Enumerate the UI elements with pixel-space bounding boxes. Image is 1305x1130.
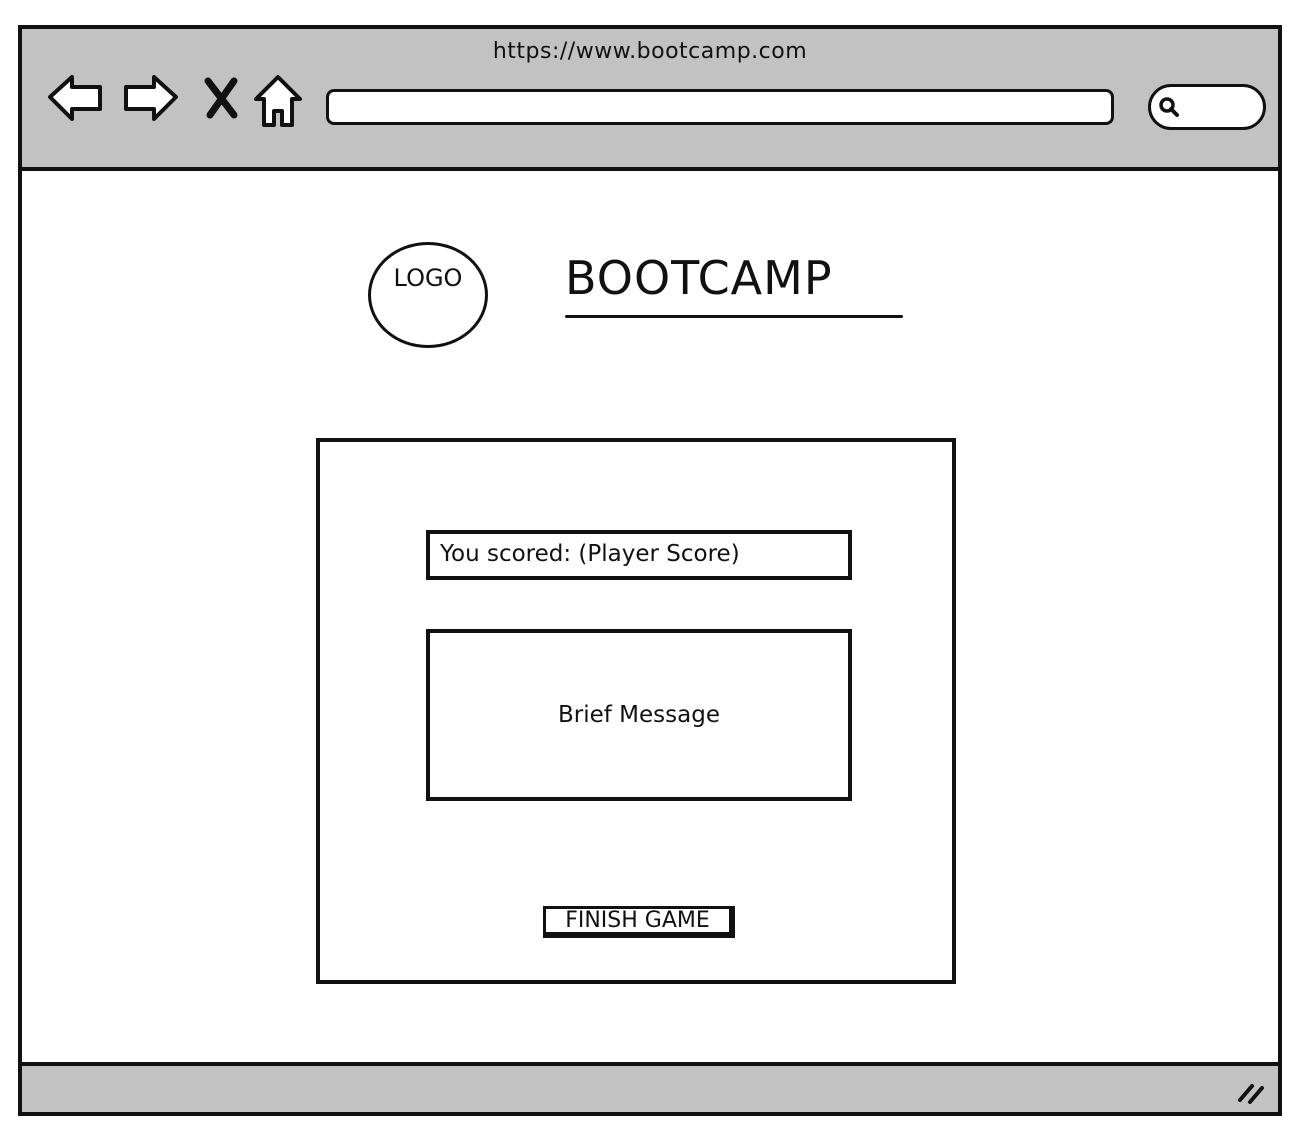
logo: LOGO <box>368 242 488 348</box>
address-bar[interactable] <box>326 89 1114 125</box>
score-display: You scored: (Player Score) <box>426 530 852 580</box>
message-text: Brief Message <box>558 702 720 728</box>
message-box: Brief Message <box>426 629 852 801</box>
finish-game-button[interactable]: FINISH GAME <box>543 906 735 938</box>
url-text: https://www.bootcamp.com <box>492 39 808 64</box>
search-field[interactable] <box>1148 84 1266 130</box>
browser-toolbar: https://www.bootcamp.com <box>22 29 1278 171</box>
status-bar <box>22 1062 1278 1112</box>
resize-grip-icon[interactable] <box>1236 1078 1268 1106</box>
results-card: You scored: (Player Score) Brief Message… <box>316 438 956 984</box>
home-icon[interactable] <box>248 71 308 131</box>
browser-window: https://www.bootcamp.com LOGO BOOTCAMP Y… <box>18 25 1282 1116</box>
forward-arrow-icon[interactable] <box>120 69 180 129</box>
title-underline <box>565 315 903 318</box>
back-arrow-icon[interactable] <box>46 69 106 129</box>
stop-icon[interactable] <box>192 69 252 129</box>
search-icon <box>1159 97 1179 117</box>
page-title: BOOTCAMP <box>565 251 833 305</box>
